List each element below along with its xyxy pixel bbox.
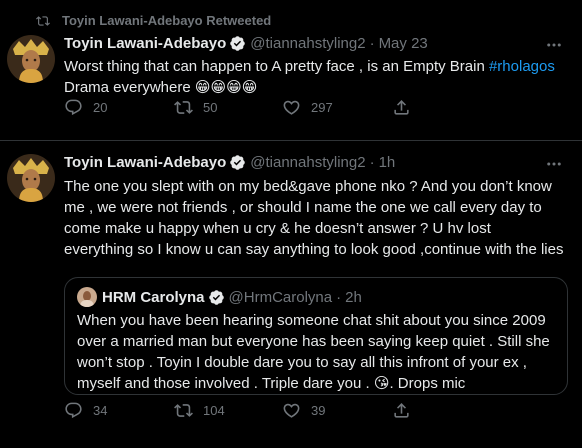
- tweet-header: Toyin Lawani-Adebayo @tiannahstyling2 · …: [64, 154, 395, 171]
- author-handle[interactable]: @tiannahstyling2: [250, 35, 365, 52]
- retweet-count: 104: [203, 402, 225, 418]
- more-button[interactable]: [544, 154, 564, 174]
- author-name[interactable]: Toyin Lawani-Adebayo: [64, 35, 226, 52]
- like-icon: [283, 403, 300, 418]
- retweet-banner-label: Toyin Lawani-Adebayo Retweeted: [62, 13, 272, 28]
- quoted-tweet[interactable]: HRM Carolyna @HrmCarolyna · 2h When you …: [64, 277, 568, 395]
- share-button[interactable]: [384, 401, 421, 420]
- share-icon: [394, 99, 409, 115]
- tweet-text: Worst thing that can happen to A pretty …: [64, 56, 564, 98]
- retweet-banner[interactable]: Toyin Lawani-Adebayo Retweeted: [36, 13, 271, 28]
- quoted-author-handle: @HrmCarolyna: [228, 288, 333, 306]
- like-count: 297: [311, 99, 333, 115]
- like-count: 39: [311, 402, 326, 418]
- avatar[interactable]: [7, 35, 55, 83]
- share-button[interactable]: [384, 98, 421, 117]
- hashtag-link[interactable]: #rholagos: [489, 58, 555, 75]
- share-icon: [394, 402, 409, 418]
- more-button[interactable]: [544, 35, 564, 55]
- like-icon: [283, 100, 300, 115]
- retweet-icon: [174, 100, 193, 114]
- quoted-text-part: . Drops mic: [389, 375, 466, 392]
- reply-button[interactable]: 34: [56, 401, 107, 420]
- reply-button[interactable]: 20: [56, 98, 107, 117]
- quoted-tweet-text: When you have been hearing someone chat …: [77, 310, 561, 394]
- quoted-author-name: HRM Carolyna: [102, 288, 205, 306]
- retweet-button[interactable]: 104: [166, 401, 225, 420]
- like-button[interactable]: 297: [274, 98, 333, 117]
- retweet-icon: [36, 15, 50, 26]
- retweet-button[interactable]: 50: [166, 98, 217, 117]
- author-name[interactable]: Toyin Lawani-Adebayo: [64, 154, 226, 171]
- retweet-icon: [174, 403, 193, 417]
- tweet-text-part: Drama everywhere: [64, 79, 195, 96]
- tweet-text-part: Worst thing that can happen to A pretty …: [64, 58, 489, 75]
- avatar: [77, 287, 97, 307]
- quoted-text-part: When you have been hearing someone chat …: [77, 312, 550, 392]
- timestamp[interactable]: May 23: [379, 35, 428, 52]
- emoji-text: 😁😁😁😁: [194, 78, 258, 96]
- author-handle[interactable]: @tiannahstyling2: [250, 154, 365, 171]
- reply-count: 34: [93, 402, 108, 418]
- emoji-text: 😘: [373, 374, 390, 392]
- verified-badge-icon: [208, 289, 224, 305]
- retweet-count: 50: [203, 99, 218, 115]
- verified-badge-icon: [230, 155, 246, 170]
- reply-count: 20: [93, 99, 108, 115]
- more-icon: [547, 162, 561, 166]
- reply-icon: [65, 99, 82, 115]
- tweet-text: The one you slept with on my bed&gave ph…: [64, 178, 564, 258]
- timestamp[interactable]: 1h: [379, 154, 396, 171]
- tweet-1[interactable]: Toyin Lawani-Adebayo Retweeted Toyin Law…: [0, 0, 582, 141]
- quoted-timestamp: 2h: [345, 288, 362, 306]
- tweet-2[interactable]: Toyin Lawani-Adebayo @tiannahstyling2 · …: [0, 141, 582, 448]
- verified-badge-icon: [230, 36, 246, 51]
- quoted-tweet-header: HRM Carolyna @HrmCarolyna · 2h: [77, 287, 362, 307]
- separator-dot: ·: [336, 288, 342, 306]
- avatar[interactable]: [7, 154, 55, 202]
- separator-dot: ·: [369, 35, 375, 52]
- like-button[interactable]: 39: [274, 401, 325, 420]
- tweet-header: Toyin Lawani-Adebayo @tiannahstyling2 · …: [64, 35, 428, 52]
- separator-dot: ·: [369, 154, 375, 171]
- reply-icon: [65, 402, 82, 418]
- more-icon: [547, 43, 561, 47]
